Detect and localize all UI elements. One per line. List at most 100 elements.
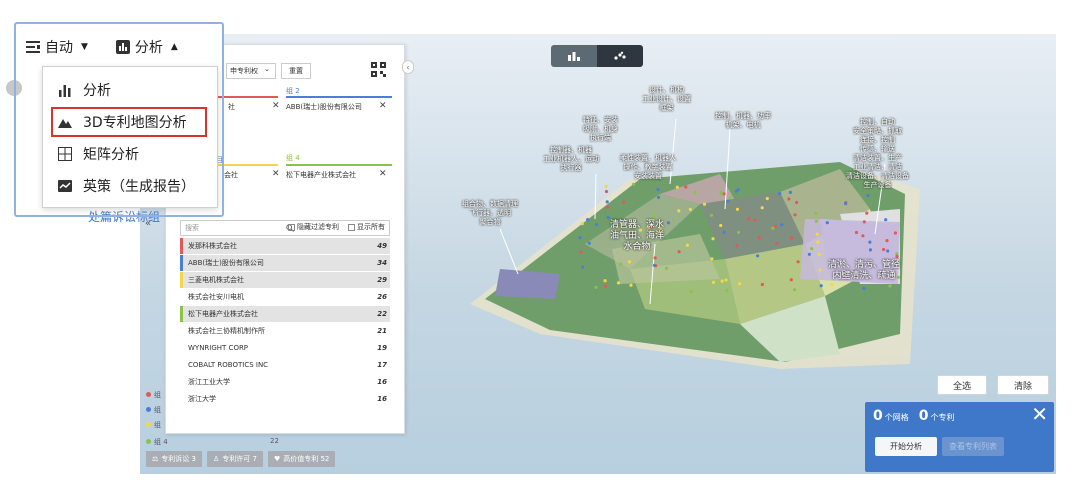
patent-point[interactable]: [688, 207, 693, 212]
patent-point[interactable]: [594, 285, 598, 289]
patent-point[interactable]: [737, 230, 741, 234]
patent-point[interactable]: [886, 249, 890, 253]
close-icon[interactable]: ✕: [272, 169, 280, 179]
map-topic-label[interactable]: 组合物、数据清理 飞行器、透明 聚合物: [462, 200, 518, 227]
map-topic-label[interactable]: 设计、机构 工业设计、设置 框架: [642, 86, 691, 113]
clear-button[interactable]: 清除: [997, 375, 1049, 395]
high-value-stat[interactable]: ♥ 高价值专利 52: [267, 451, 336, 467]
map-topic-label[interactable]: 清管器、深水 油气田、海洋 水合物: [610, 220, 664, 253]
patent-point[interactable]: [816, 240, 820, 244]
patent-point[interactable]: [738, 282, 742, 286]
patent-point[interactable]: [719, 190, 723, 194]
litigation-stat[interactable]: ⚖ 专利诉讼 3: [146, 451, 202, 467]
company-list-item[interactable]: 浙江工业大学 16: [180, 374, 390, 391]
patent-point[interactable]: [580, 222, 584, 226]
patent-point[interactable]: [753, 218, 757, 222]
patent-point[interactable]: [726, 199, 730, 203]
patent-point[interactable]: [606, 216, 610, 220]
map-topic-label[interactable]: 控制器、机器 工业机器人、运动 执行器: [543, 146, 599, 173]
patent-point[interactable]: [735, 244, 739, 248]
patent-point[interactable]: [734, 189, 738, 193]
patent-point[interactable]: [616, 281, 621, 285]
scatter-view-button[interactable]: [597, 45, 643, 67]
patent-point[interactable]: [866, 193, 870, 198]
patent-point[interactable]: [807, 252, 812, 256]
patent-point[interactable]: [629, 283, 633, 287]
patent-point[interactable]: [778, 191, 782, 196]
map-topic-label[interactable]: 控制、自动 安全策略、抓取 连接、控制 传感、输送 清洁装置、生产 工业清洁、清…: [846, 118, 909, 190]
patent-point[interactable]: [653, 256, 657, 260]
partial-link-text[interactable]: 处篇诉讼标组: [88, 208, 160, 225]
checkbox-box[interactable]: [348, 223, 355, 231]
patent-point[interactable]: [765, 196, 769, 201]
patent-point[interactable]: [656, 188, 660, 192]
patent-point[interactable]: [724, 278, 728, 282]
patent-point[interactable]: [882, 247, 886, 252]
patent-point[interactable]: [711, 280, 716, 284]
map-topic-label[interactable]: 清淤、清污、管径 内壁清洗、疏通: [828, 260, 900, 282]
patent-point[interactable]: [795, 200, 799, 205]
map-topic-label[interactable]: 柔性装置、机器人 操作、教学装置 安装装置: [620, 154, 676, 181]
patent-point[interactable]: [720, 279, 724, 283]
company-list-item[interactable]: 株式会社安川电机 26: [180, 289, 390, 306]
patent-point[interactable]: [581, 265, 585, 269]
license-stat[interactable]: ♙ 专利许可 7: [206, 451, 263, 467]
map-topic-label[interactable]: 控制、机器、功率 机架、电机: [715, 112, 771, 130]
start-analysis-button[interactable]: 开始分析: [875, 437, 937, 456]
close-icon[interactable]: ✕: [1031, 402, 1048, 426]
patent-point[interactable]: [760, 206, 764, 210]
patent-point[interactable]: [810, 247, 814, 251]
patent-point[interactable]: [652, 215, 656, 219]
company-list-item[interactable]: 株式会社三协精机制作所 21: [180, 323, 390, 340]
patent-point[interactable]: [656, 195, 661, 199]
patent-point[interactable]: [711, 237, 715, 241]
company-list-item[interactable]: ABB(瑞士)股份有限公司 34: [180, 255, 390, 272]
patent-point[interactable]: [796, 260, 800, 264]
patent-point[interactable]: [789, 278, 793, 282]
patent-point[interactable]: [757, 236, 761, 240]
patent-point[interactable]: [885, 239, 889, 243]
patent-point[interactable]: [666, 221, 671, 225]
patent-point[interactable]: [728, 196, 732, 200]
patent-point[interactable]: [819, 284, 823, 288]
patent-point[interactable]: [693, 190, 697, 195]
reset-button[interactable]: 重置: [281, 63, 311, 79]
patent-point[interactable]: [789, 236, 794, 240]
patent-point[interactable]: [604, 184, 608, 188]
close-icon[interactable]: ✕: [379, 101, 387, 111]
patent-point[interactable]: [893, 231, 898, 235]
company-list-item[interactable]: 三菱电机株式会社 29: [180, 272, 390, 289]
patent-point[interactable]: [603, 279, 607, 283]
patent-point[interactable]: [818, 268, 822, 272]
menu-item-matrix[interactable]: 矩阵分析: [43, 139, 219, 169]
patent-point[interactable]: [868, 248, 873, 252]
patent-point[interactable]: [578, 236, 582, 240]
patent-point[interactable]: [586, 218, 590, 222]
patent-point[interactable]: [622, 200, 626, 204]
patent-point[interactable]: [722, 230, 726, 234]
company-list-item[interactable]: 发那科株式会社 49: [180, 238, 390, 255]
patent-point[interactable]: [830, 283, 834, 287]
patent-point[interactable]: [664, 266, 669, 270]
patent-point[interactable]: [631, 182, 636, 186]
company-list-item[interactable]: 浙江大学 16: [180, 391, 390, 408]
patent-point[interactable]: [787, 197, 791, 201]
patent-point[interactable]: [747, 217, 751, 221]
patent-point[interactable]: [685, 243, 690, 247]
patent-point[interactable]: [652, 263, 657, 267]
patent-point[interactable]: [814, 211, 818, 215]
patent-point[interactable]: [587, 241, 591, 245]
show-all-checkbox[interactable]: 显示所有: [348, 222, 385, 232]
close-icon[interactable]: ✕: [379, 169, 387, 179]
patent-point[interactable]: [595, 223, 599, 227]
checkbox-box[interactable]: [288, 223, 295, 231]
company-list-item[interactable]: WYNRIGHT CORP 19: [180, 340, 390, 357]
patent-point[interactable]: [579, 250, 583, 254]
patent-point[interactable]: [677, 250, 681, 254]
auto-menu-button[interactable]: 自动 ▼: [26, 37, 88, 57]
patent-point[interactable]: [780, 223, 784, 227]
patent-point[interactable]: [773, 224, 777, 228]
patent-point[interactable]: [865, 211, 869, 215]
close-icon[interactable]: ✕: [272, 101, 280, 111]
patent-point[interactable]: [756, 254, 760, 258]
